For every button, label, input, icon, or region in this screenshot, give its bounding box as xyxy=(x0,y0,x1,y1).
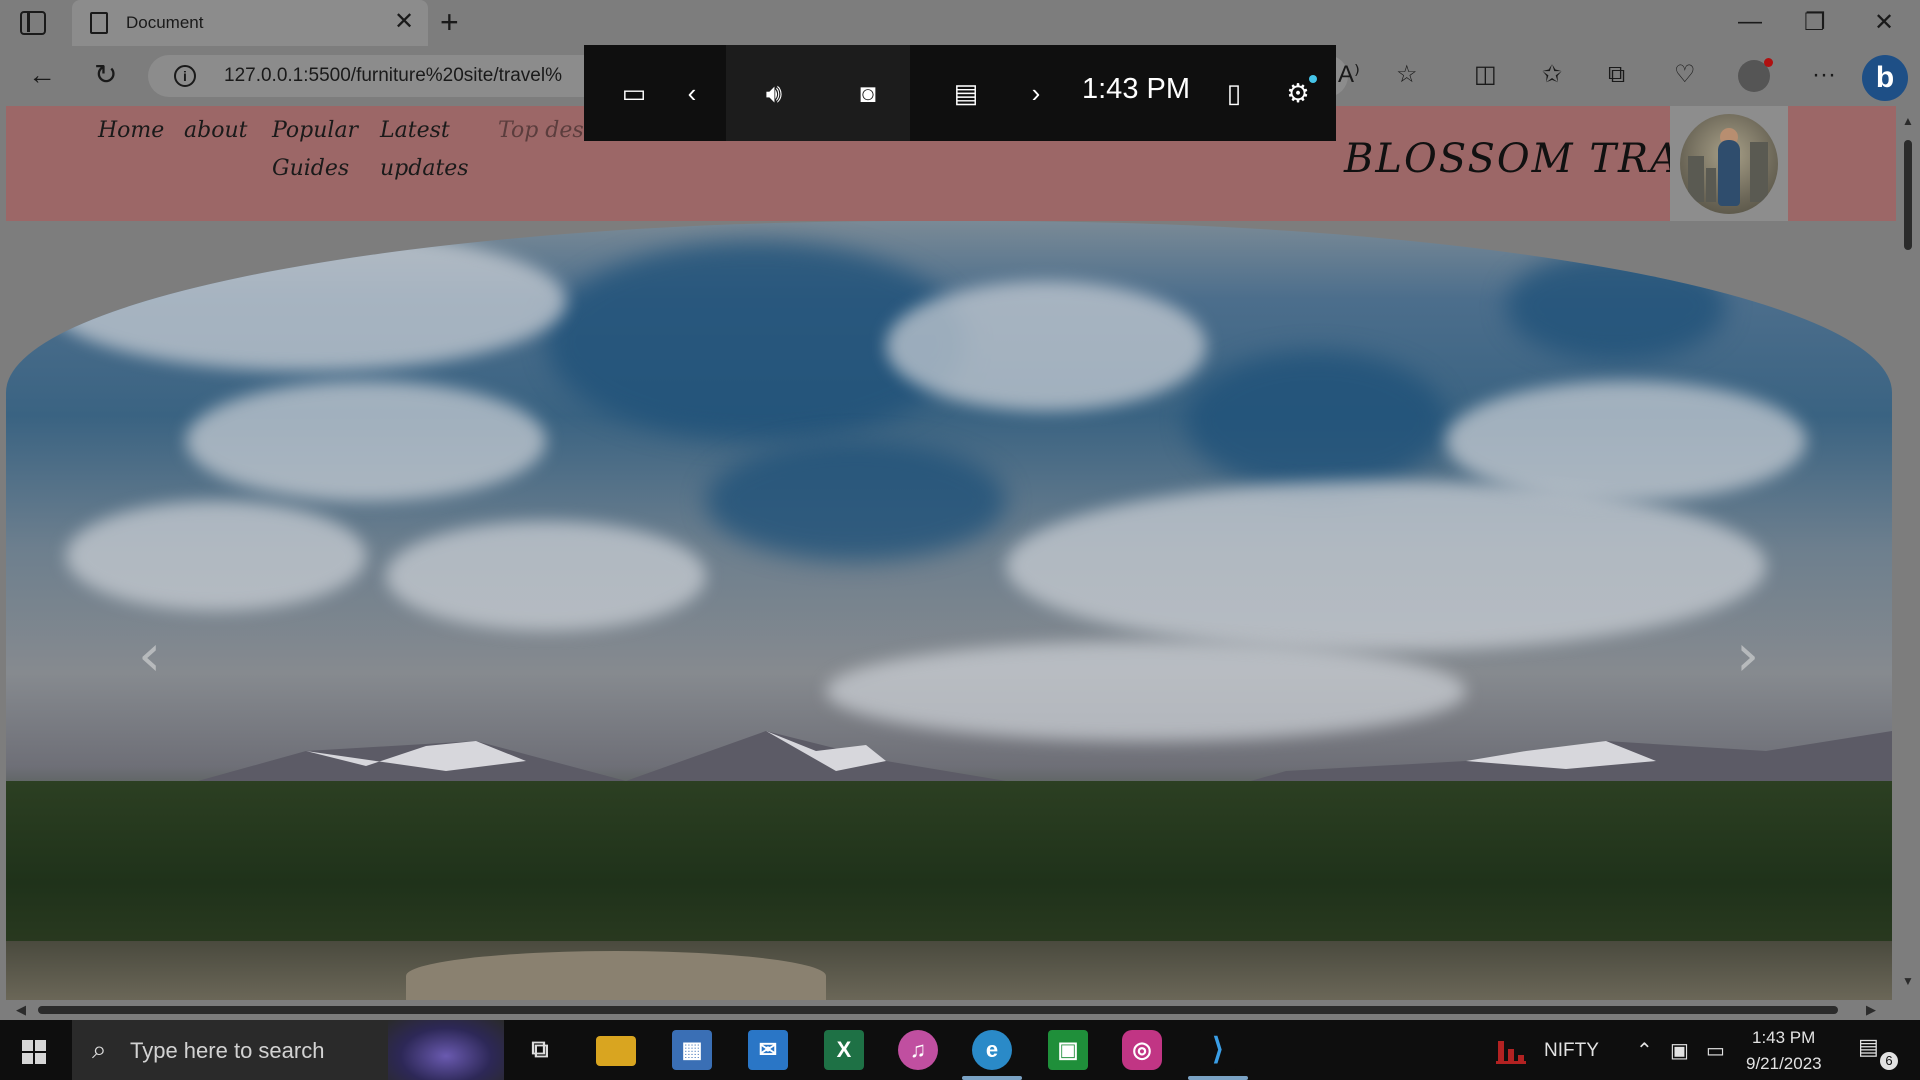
favorites-icon[interactable]: ✩ xyxy=(1542,60,1562,90)
mail-icon[interactable]: ✉ xyxy=(748,1030,788,1070)
performance-icon[interactable]: ▤ xyxy=(946,75,986,111)
browser-essentials-icon[interactable]: ♡ xyxy=(1674,60,1696,90)
scroll-up-arrow-icon[interactable]: ▲ xyxy=(1902,114,1914,128)
read-aloud-icon[interactable]: A⁾ xyxy=(1338,60,1360,90)
url-text[interactable]: 127.0.0.1:5500/furniture%20site/travel% xyxy=(224,65,562,87)
widget-menu-icon[interactable]: ▭ xyxy=(614,75,654,111)
carousel-prev-arrow[interactable]: ‹ xyxy=(138,621,161,689)
nav-about[interactable]: about xyxy=(184,112,247,150)
settings-badge xyxy=(1309,75,1317,83)
tab-close-icon[interactable]: ✕ xyxy=(394,10,414,34)
taskbar-date[interactable]: 9/21/2023 xyxy=(1746,1054,1822,1074)
bing-copilot-icon[interactable]: b xyxy=(1862,55,1908,101)
brand-logo xyxy=(1670,106,1788,221)
excel-icon[interactable]: X xyxy=(824,1030,864,1070)
windows-taskbar: ⌕ Type here to search ⧉ ▦ ✉ X ♫ e ▣ ◎ ⟩ … xyxy=(0,1020,1920,1080)
audio-icon[interactable]: 🔊︎ xyxy=(754,75,794,111)
vertical-scroll-thumb[interactable] xyxy=(1904,140,1912,250)
restore-button[interactable]: ❐ xyxy=(1804,8,1826,37)
microsoft-store-icon[interactable]: ▦ xyxy=(672,1030,712,1070)
previous-icon[interactable]: ‹ xyxy=(680,75,704,111)
search-icon: ⌕ xyxy=(92,1034,107,1064)
capture-icon[interactable]: ◙ xyxy=(848,75,888,111)
vscode-icon[interactable]: ⟩ xyxy=(1198,1030,1238,1070)
horizontal-scroll-thumb[interactable] xyxy=(38,1006,1838,1014)
device-icon[interactable]: ▣ xyxy=(1670,1038,1689,1063)
game-bar: ▭ ‹ 🔊︎ ◙ ▤ › 1:43 PM ▯ ⚙ xyxy=(584,45,1336,141)
document-icon xyxy=(90,12,108,34)
sidebar-toggle-icon[interactable] xyxy=(20,11,46,35)
show-hidden-icons-icon[interactable]: ⌃ xyxy=(1636,1038,1653,1063)
instagram-icon[interactable]: ◎ xyxy=(1122,1030,1162,1070)
collections-icon[interactable]: ⧉ xyxy=(1608,60,1625,90)
forest xyxy=(6,781,1892,951)
google-classroom-icon[interactable]: ▣ xyxy=(1048,1030,1088,1070)
taskbar-time[interactable]: 1:43 PM xyxy=(1752,1028,1815,1048)
nav-latest-updates-line1: Latest xyxy=(380,118,450,143)
favorite-star-icon[interactable]: ☆ xyxy=(1396,60,1418,90)
rocky-ground xyxy=(6,941,1892,1001)
horizontal-scrollbar[interactable]: ◀ ▶ xyxy=(0,1000,1896,1020)
itunes-icon[interactable]: ♫ xyxy=(898,1030,938,1070)
rock-pile xyxy=(406,951,826,1001)
traveler-illustration xyxy=(1680,114,1778,214)
mouse-icon[interactable]: ▯ xyxy=(1222,75,1246,111)
carousel-next-arrow[interactable]: › xyxy=(1736,621,1759,689)
vertical-scrollbar[interactable]: ▲ ▼ xyxy=(1896,106,1920,1000)
scroll-left-arrow-icon[interactable]: ◀ xyxy=(16,1002,26,1018)
new-tab-button[interactable]: + xyxy=(440,6,459,38)
notification-count: 6 xyxy=(1880,1052,1898,1070)
hero-carousel-image: ‹ › xyxy=(6,221,1892,1001)
profile-notification-dot xyxy=(1764,58,1773,67)
nav-latest-updates-line2: updates xyxy=(380,156,469,181)
nifty-label[interactable]: NIFTY xyxy=(1544,1040,1599,1062)
nav-home[interactable]: Home xyxy=(98,112,164,150)
game-bar-time: 1:43 PM xyxy=(1082,73,1190,105)
close-window-button[interactable]: ✕ xyxy=(1874,8,1894,37)
nav-latest-updates[interactable]: Latest updates xyxy=(380,112,469,188)
browser-tab[interactable]: Document ✕ xyxy=(72,0,428,46)
info-icon[interactable]: i xyxy=(174,65,196,87)
page-viewport: Home about Popular Guides Latest updates… xyxy=(0,106,1920,1020)
nav-popular-guides[interactable]: Popular Guides xyxy=(272,112,358,188)
nav-popular-guides-line2: Guides xyxy=(272,156,350,181)
refresh-icon[interactable]: ↻ xyxy=(94,60,117,90)
search-placeholder: Type here to search xyxy=(130,1038,325,1063)
vscode-active-indicator xyxy=(1188,1076,1248,1080)
scroll-right-arrow-icon[interactable]: ▶ xyxy=(1866,1002,1876,1018)
more-icon[interactable]: ··· xyxy=(1812,60,1836,90)
nav-popular-guides-line1: Popular xyxy=(272,118,359,143)
battery-icon[interactable]: ▭ xyxy=(1706,1038,1725,1063)
scroll-down-arrow-icon[interactable]: ▼ xyxy=(1902,974,1914,988)
minimize-button[interactable]: — xyxy=(1738,8,1762,36)
taskbar-search-box[interactable]: ⌕ Type here to search xyxy=(72,1020,504,1080)
tab-title: Document xyxy=(126,13,204,32)
file-explorer-icon[interactable] xyxy=(596,1036,636,1066)
task-view-icon[interactable]: ⧉ xyxy=(520,1030,560,1070)
search-highlight-art xyxy=(388,1020,504,1080)
start-icon[interactable] xyxy=(22,1040,46,1064)
nifty-chart-icon[interactable] xyxy=(1496,1036,1526,1064)
split-screen-icon[interactable]: ◫ xyxy=(1474,60,1497,90)
edge-active-indicator xyxy=(962,1076,1022,1080)
back-icon[interactable]: ← xyxy=(28,60,56,90)
next-icon[interactable]: › xyxy=(1024,75,1048,111)
desktop-screen: Document ✕ + — ❐ ✕ ← ↻ i 127.0.0.1:5500/… xyxy=(0,0,1920,1080)
browser-tab-strip: Document ✕ + — ❐ ✕ xyxy=(0,0,1920,46)
edge-icon[interactable]: e xyxy=(972,1030,1012,1070)
